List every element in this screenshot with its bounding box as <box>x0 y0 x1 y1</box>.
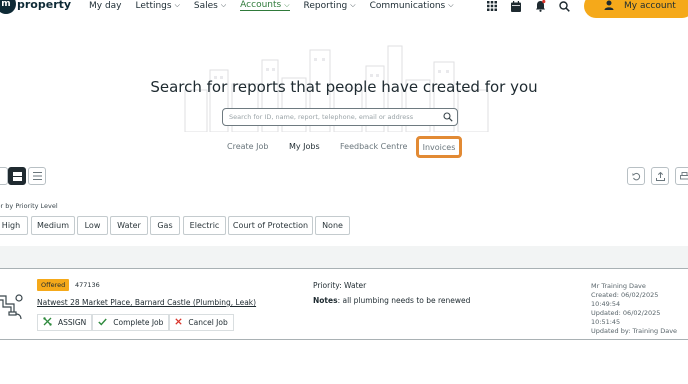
nav-label: Accounts <box>240 0 282 10</box>
undo-icon <box>632 172 640 180</box>
nav-item-communications[interactable]: Communications ⌵ <box>370 0 454 11</box>
chevron-down-icon: ⌵ <box>174 1 180 9</box>
search-input[interactable] <box>223 113 439 121</box>
filter-pill-gas[interactable]: Gas <box>150 216 180 235</box>
nav-label: Reporting <box>303 0 348 11</box>
print-button[interactable] <box>675 167 688 185</box>
filter-pill-court-of-protection[interactable]: Court of Protection <box>228 216 313 235</box>
chevron-down-icon: ⌵ <box>448 1 454 9</box>
job-updated-time: 10:51:45 <box>591 318 621 326</box>
tab-feedback-centre[interactable]: Feedback Centre <box>340 142 407 151</box>
tab-bar: Create Job My Jobs Feedback Centre Invoi… <box>0 136 688 158</box>
refresh-button[interactable] <box>627 167 645 185</box>
job-meta: Mr Training Dave Created: 06/02/2025 10:… <box>591 282 677 336</box>
page-title: Search for reports that people have crea… <box>150 78 538 96</box>
complete-job-button[interactable]: Complete Job <box>92 314 170 331</box>
list-icon <box>32 172 42 180</box>
nav-item-accounts[interactable]: Accounts ⌵ <box>240 0 290 11</box>
calendar-icon[interactable] <box>510 0 522 12</box>
chevron-down-icon: ⌵ <box>350 1 356 9</box>
tab-invoices[interactable]: Invoices <box>416 136 462 158</box>
search-icon[interactable] <box>443 112 453 122</box>
assign-label: ASSIGN <box>58 318 87 327</box>
print-icon <box>679 171 688 179</box>
tab-my-jobs[interactable]: My Jobs <box>289 142 320 151</box>
bell-icon[interactable] <box>534 0 546 12</box>
job-priority: Priority: Water <box>313 281 367 290</box>
chevron-down-icon: ⌵ <box>284 0 290 9</box>
my-account-label: My account <box>624 1 676 11</box>
filter-pill-low[interactable]: Low <box>77 216 108 235</box>
search-icon[interactable] <box>558 0 570 12</box>
logo-text: property <box>17 0 72 11</box>
search-box[interactable] <box>222 108 458 126</box>
filter-label: ter by Priority Level <box>0 202 58 210</box>
card-view-icon <box>12 171 22 181</box>
complete-job-label: Complete Job <box>113 318 164 327</box>
job-created-time: 10:49:54 <box>591 300 621 308</box>
chevron-down-icon: ⌵ <box>220 1 227 9</box>
cross-icon <box>175 318 183 327</box>
tab-label: Invoices <box>422 142 456 152</box>
status-badge: Offered <box>37 279 70 291</box>
section-divider <box>0 246 688 268</box>
nav-item-reporting[interactable]: Reporting ⌵ <box>304 0 356 11</box>
nav-item-sales[interactable]: Sales ⌵ <box>194 0 226 11</box>
assign-button[interactable]: ASSIGN <box>37 314 93 331</box>
job-created: Created: 06/02/2025 <box>591 291 659 299</box>
upload-icon <box>655 171 665 181</box>
cancel-job-label: Cancel Job <box>188 318 228 327</box>
tab-create-job[interactable]: Create Job <box>227 142 268 151</box>
filter-pill-water[interactable]: Water <box>110 216 148 235</box>
filter-pill-medium[interactable]: Medium <box>31 216 75 235</box>
nav-item-my-day[interactable]: My day <box>89 0 122 11</box>
nav-item-lettings[interactable]: Lettings ⌵ <box>136 0 180 11</box>
my-account-button[interactable]: My account <box>584 0 688 18</box>
nav-label: My day <box>89 0 122 11</box>
check-icon <box>98 318 108 328</box>
export-button[interactable] <box>651 167 669 185</box>
header-icons <box>486 0 582 12</box>
view-toggle[interactable] <box>0 167 8 185</box>
job-card[interactable]: Offered 477136 Natwest 28 Market Place, … <box>0 268 688 340</box>
nav-links: My day Lettings ⌵ Sales ⌵ Accounts ⌵ Report… <box>89 0 468 11</box>
assign-icon <box>43 317 52 328</box>
nav-label: Sales <box>193 0 218 11</box>
nav-label: Communications <box>369 0 446 11</box>
filter-pill-electric[interactable]: Electric <box>183 216 226 235</box>
cancel-job-button[interactable]: Cancel Job <box>169 314 234 331</box>
job-assignee: Mr Training Dave <box>591 282 646 290</box>
grid-view-toggle[interactable] <box>8 167 26 185</box>
list-view-toggle[interactable] <box>28 167 46 185</box>
user-icon <box>604 0 614 13</box>
logo-badge: m <box>0 0 16 14</box>
job-updated: Updated: 06/02/2025 <box>591 309 661 317</box>
logo[interactable]: m property <box>0 0 71 14</box>
plumbing-icon <box>0 294 23 320</box>
grid-icon[interactable] <box>486 0 498 12</box>
job-id: 477136 <box>75 281 100 289</box>
filter-pill-none[interactable]: None <box>315 216 350 235</box>
job-updated-by: Updated by: Training Dave <box>591 327 678 335</box>
nav-label: Lettings <box>135 0 172 11</box>
top-nav: m property My day Lettings ⌵ Sales ⌵ Accou… <box>0 0 688 18</box>
filter-pill-high[interactable]: High <box>0 216 28 235</box>
notes-label: Notes <box>313 296 338 305</box>
job-actions: ASSIGN Complete Job Cancel Job <box>37 314 234 331</box>
notes-text: : all plumbing needs to be renewed <box>337 296 471 305</box>
job-title-link[interactable]: Natwest 28 Market Place, Barnard Castle … <box>37 298 256 307</box>
job-notes: Notes: all plumbing needs to be renewed <box>313 296 470 305</box>
